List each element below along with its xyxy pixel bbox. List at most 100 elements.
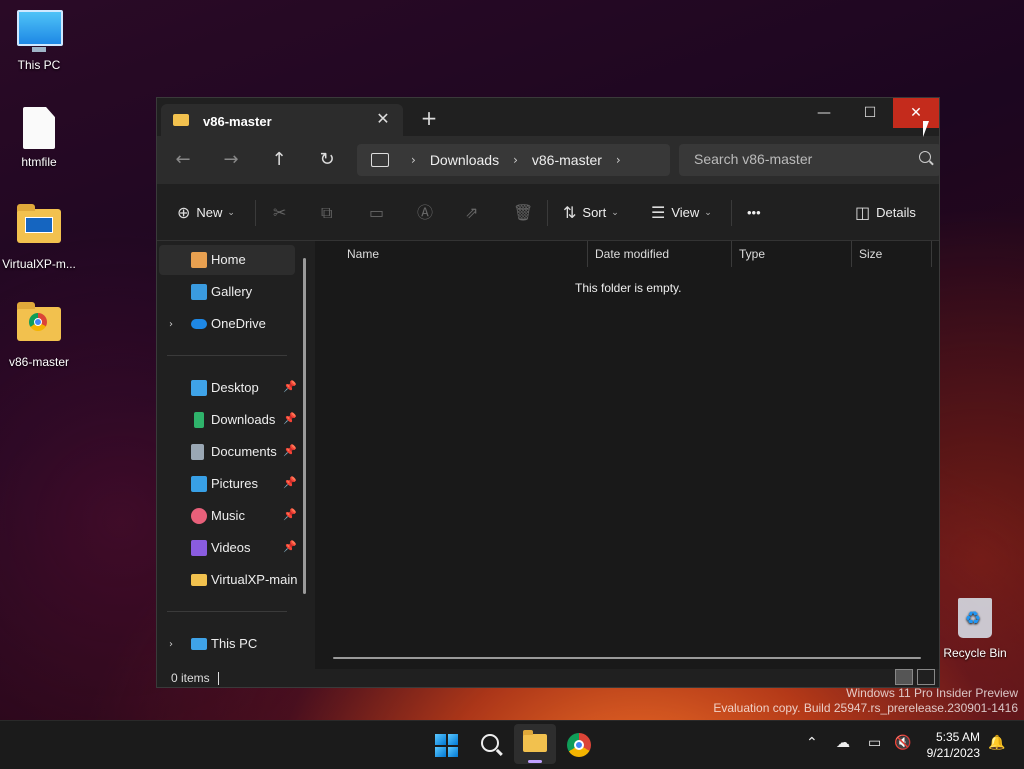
minimize-button[interactable]: — xyxy=(801,98,847,128)
column-header-name[interactable]: Name xyxy=(347,241,379,267)
pictures-icon xyxy=(191,476,207,492)
sidebar-scrollbar[interactable] xyxy=(303,258,306,594)
details-pane-icon: ◫ xyxy=(855,203,871,222)
back-button[interactable]: ← xyxy=(171,148,195,172)
tab-v86-master[interactable]: v86-master ✕ xyxy=(161,104,403,136)
view-icon: ☰ xyxy=(651,203,666,222)
rename-button[interactable]: Ⓐ xyxy=(417,202,439,224)
sidebar-item-label: Desktop xyxy=(211,380,259,395)
breadcrumb-v86-master[interactable]: v86-master xyxy=(532,152,602,168)
start-button[interactable] xyxy=(435,734,458,757)
window-controls: — ☐ ✕ xyxy=(801,98,939,128)
details-pane-button[interactable]: ◫ Details xyxy=(855,202,916,224)
cut-button[interactable]: ✂ xyxy=(273,202,292,224)
volume-muted-icon[interactable]: 🔇 xyxy=(894,735,911,751)
new-button[interactable]: ⊕ New ⌄ xyxy=(177,202,235,224)
sidebar-item-downloads[interactable]: Downloads 📌 xyxy=(159,405,297,435)
rename-icon: Ⓐ xyxy=(417,203,434,222)
desktop-icon-this-pc[interactable]: This PC xyxy=(0,10,78,72)
title-bar[interactable]: v86-master ✕ + — ☐ ✕ xyxy=(157,98,939,136)
pin-icon: 📌 xyxy=(283,508,297,521)
breadcrumb-downloads[interactable]: Downloads xyxy=(430,152,499,168)
desktop-icon-htmfile[interactable]: htmfile xyxy=(0,107,78,169)
sidebar-item-desktop[interactable]: Desktop 📌 xyxy=(159,373,297,403)
copy-icon: ⧉ xyxy=(321,203,333,222)
column-divider[interactable] xyxy=(931,241,932,267)
sidebar-item-onedrive[interactable]: › OneDrive xyxy=(159,309,295,339)
taskbar: ⌃ ☁ ▭ 🔇 5:35 AM 9/21/2023 🔔 xyxy=(0,720,1024,769)
tiles-view-icon[interactable] xyxy=(917,669,935,685)
column-header-size[interactable]: Size xyxy=(859,241,882,267)
chevron-down-icon: ⌄ xyxy=(704,208,712,218)
tab-close-button[interactable]: ✕ xyxy=(373,109,393,129)
paste-button[interactable]: ▭ xyxy=(369,202,390,224)
sort-button[interactable]: ⇅ Sort ⌄ xyxy=(563,202,619,224)
search-icon xyxy=(919,151,931,163)
clock-date: 9/21/2023 xyxy=(926,746,980,760)
chevron-right-icon[interactable]: › xyxy=(513,153,518,167)
sidebar-item-label: Pictures xyxy=(211,476,258,491)
search-box[interactable]: Search v86-master xyxy=(679,144,939,176)
sidebar-item-videos[interactable]: Videos 📌 xyxy=(159,533,297,563)
more-options-button[interactable]: ••• xyxy=(747,202,761,224)
chevron-right-icon[interactable]: › xyxy=(616,153,621,167)
desktop-icon-virtualxp[interactable]: VirtualXP-m... xyxy=(0,203,78,271)
sidebar-item-this-pc[interactable]: › This PC xyxy=(159,629,295,659)
onedrive-icon[interactable]: ☁ xyxy=(836,735,850,751)
pin-icon: 📌 xyxy=(283,540,297,553)
sidebar-item-home[interactable]: Home xyxy=(159,245,295,275)
delete-button[interactable]: 🗑 xyxy=(513,202,539,224)
music-icon xyxy=(191,508,207,524)
copy-button[interactable]: ⧉ xyxy=(321,202,338,224)
plus-circle-icon: ⊕ xyxy=(177,203,191,222)
videos-icon xyxy=(191,540,207,556)
folder-chrome-icon xyxy=(17,302,61,351)
share-button[interactable]: ⇗ xyxy=(465,202,484,224)
network-icon[interactable]: ▭ xyxy=(868,735,881,751)
desktop-icon-recycle-bin[interactable]: Recycle Bin xyxy=(936,598,1014,660)
empty-folder-message: This folder is empty. xyxy=(575,281,682,295)
refresh-button[interactable]: ↻ xyxy=(315,148,339,172)
search-input[interactable]: Search v86-master xyxy=(694,151,812,167)
clock[interactable]: 5:35 AM 9/21/2023 xyxy=(920,729,980,761)
sidebar-item-music[interactable]: Music 📌 xyxy=(159,501,297,531)
column-divider[interactable] xyxy=(587,241,588,267)
chrome-icon[interactable] xyxy=(567,733,591,757)
sidebar-item-documents[interactable]: Documents 📌 xyxy=(159,437,297,467)
pin-icon: 📌 xyxy=(283,380,297,393)
view-button[interactable]: ☰ View ⌄ xyxy=(651,202,712,224)
details-view-icon[interactable] xyxy=(895,669,913,685)
notification-bell-icon[interactable]: 🔔 xyxy=(988,735,1005,751)
new-tab-button[interactable]: + xyxy=(419,108,439,128)
folder-icon xyxy=(523,730,547,752)
chevron-right-icon[interactable]: › xyxy=(169,319,173,330)
maximize-button[interactable]: ☐ xyxy=(847,98,893,128)
watermark-line-1: Windows 11 Pro Insider Preview xyxy=(846,686,1018,700)
sidebar-item-gallery[interactable]: Gallery xyxy=(159,277,295,307)
sidebar-item-pictures[interactable]: Pictures 📌 xyxy=(159,469,297,499)
desktop-icon-v86-master[interactable]: v86-master xyxy=(0,301,78,369)
sidebar-item-virtualxp-main[interactable]: VirtualXP-main xyxy=(159,565,297,595)
chevron-right-icon[interactable]: › xyxy=(169,639,173,650)
this-pc-icon[interactable] xyxy=(371,153,389,167)
column-divider[interactable] xyxy=(851,241,852,267)
search-icon[interactable] xyxy=(481,734,499,752)
onedrive-icon xyxy=(191,319,207,329)
column-divider[interactable] xyxy=(731,241,732,267)
taskbar-file-explorer[interactable] xyxy=(514,724,556,764)
forward-button[interactable]: → xyxy=(219,148,243,172)
folder-icon xyxy=(191,574,207,586)
chevron-up-icon[interactable]: ⌃ xyxy=(806,735,818,751)
chevron-right-icon[interactable]: › xyxy=(411,153,416,167)
up-button[interactable]: ↑ xyxy=(267,148,291,172)
documents-icon xyxy=(191,444,204,460)
breadcrumb[interactable]: › Downloads › v86-master › xyxy=(357,144,670,176)
sidebar-item-label: Documents xyxy=(211,444,277,459)
horizontal-scrollbar[interactable] xyxy=(333,657,921,659)
column-header-date-modified[interactable]: Date modified xyxy=(595,241,669,267)
sidebar-item-label: Music xyxy=(211,508,245,523)
file-icon xyxy=(17,107,61,151)
view-button-label: View xyxy=(671,205,700,220)
column-header-type[interactable]: Type xyxy=(739,241,765,267)
desktop-icon-label: htmfile xyxy=(21,155,57,169)
